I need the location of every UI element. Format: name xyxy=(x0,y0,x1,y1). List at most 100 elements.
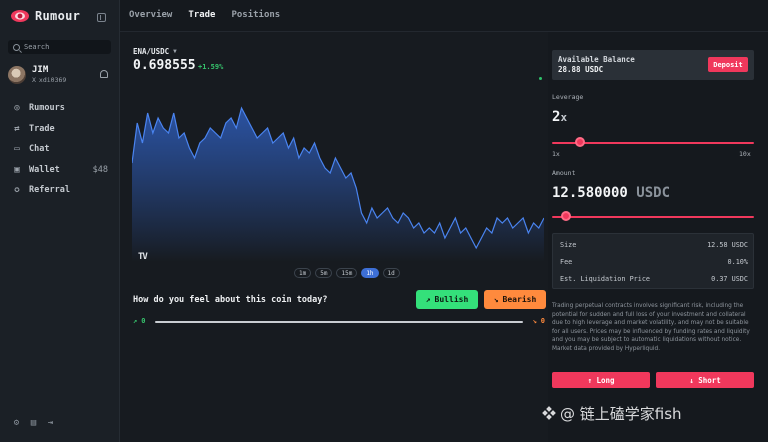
user-name: JIM xyxy=(32,65,49,75)
bearish-count: 0 xyxy=(540,317,545,325)
live-indicator-icon xyxy=(539,77,542,80)
sidebar: Rumour JIM X xdi0369 ◎ Rumours ⇄ Trade ▭… xyxy=(0,0,120,442)
sidebar-item-rumours[interactable]: ◎ Rumours xyxy=(12,98,108,119)
referral-icon: ✪ xyxy=(14,185,20,196)
eye-logo-icon xyxy=(11,10,29,22)
sidebar-item-label: Chat xyxy=(29,144,50,155)
amount-label: Amount xyxy=(552,169,576,177)
search-icon xyxy=(13,43,20,51)
docs-icon[interactable]: ▤ xyxy=(29,419,38,428)
summary-row-fee: Fee 0.10% xyxy=(560,258,748,266)
leverage-value: 2x xyxy=(552,109,567,125)
bullish-count: 0 xyxy=(141,317,146,325)
tab-trade[interactable]: Trade xyxy=(188,10,215,20)
bullish-button[interactable]: ↗ Bullish xyxy=(416,290,478,309)
summary-row-liquidation: Est. Liquidation Price 0.37 USDC xyxy=(560,275,748,283)
timeframe-selector: 1m 5m 15m 1h 1d xyxy=(294,268,400,278)
top-tabs: Overview Trade Positions xyxy=(129,10,280,20)
current-price: 0.698555 xyxy=(133,58,196,73)
amount-number: 12.580000 xyxy=(552,185,628,201)
sidebar-item-label: Rumours xyxy=(29,103,65,114)
bullish-count-row: ↗ 0 xyxy=(133,317,145,325)
summary-label: Size xyxy=(560,241,577,249)
balance-card: Available Balance 28.88 USDC Deposit xyxy=(552,50,754,80)
amount-unit: USDC xyxy=(636,185,671,201)
long-button[interactable]: ↑ Long xyxy=(552,372,650,388)
sidebar-item-chat[interactable]: ▭ Chat xyxy=(12,139,108,160)
sentiment-bar xyxy=(155,321,523,323)
bearish-label: Bearish xyxy=(502,295,537,304)
sentiment-question: How do you feel about this coin today? xyxy=(133,295,328,305)
search-box[interactable] xyxy=(8,40,111,54)
sidebar-item-referral[interactable]: ✪ Referral xyxy=(12,180,108,201)
trend-up-icon: ↗ xyxy=(425,295,431,304)
rumours-icon: ◎ xyxy=(14,103,20,114)
user-handle-row: X xdi0369 xyxy=(32,76,66,84)
settings-icon[interactable]: ⚙ xyxy=(12,419,21,428)
trade-icon: ⇄ xyxy=(14,123,20,134)
bearish-count-row: ↘ 0 xyxy=(533,317,545,325)
price-area-fill xyxy=(132,108,544,262)
user-profile[interactable]: JIM X xdi0369 xyxy=(8,65,112,87)
deposit-button[interactable]: Deposit xyxy=(708,57,748,72)
pair-selector[interactable]: ENA/USDC ▼ xyxy=(133,47,177,56)
summary-value: 0.37 USDC xyxy=(711,275,748,283)
sidebar-item-wallet[interactable]: ▣ Wallet $48 xyxy=(12,160,108,181)
leverage-min-label: 1x xyxy=(552,150,560,158)
sidebar-collapse-icon[interactable] xyxy=(97,13,106,22)
sidebar-item-label: Trade xyxy=(29,123,55,134)
tab-overview[interactable]: Overview xyxy=(129,10,172,20)
leverage-label: Leverage xyxy=(552,93,584,101)
price-change: +1.59% xyxy=(198,63,224,71)
summary-value: 0.10% xyxy=(727,258,748,266)
order-summary: Size 12.58 USDC Fee 0.10% Est. Liquidati… xyxy=(552,233,754,289)
timeframe-5m[interactable]: 5m xyxy=(315,268,333,278)
short-button[interactable]: ↓ Short xyxy=(656,372,754,388)
watermark: @ 链上磕学家fish xyxy=(542,403,682,424)
diamond-logo-icon xyxy=(542,406,556,420)
logout-icon[interactable]: ⇥ xyxy=(46,419,55,428)
app-logo[interactable]: Rumour xyxy=(10,8,80,24)
wallet-balance: $48 xyxy=(92,164,108,175)
bullish-label: Bullish xyxy=(434,295,469,304)
avatar xyxy=(8,66,26,84)
app-name: Rumour xyxy=(35,9,81,23)
balance-label: Available Balance xyxy=(558,55,635,64)
bearish-button[interactable]: ↘ Bearish xyxy=(484,290,546,309)
amount-slider-track[interactable] xyxy=(552,216,754,218)
search-input[interactable] xyxy=(24,43,104,51)
tradingview-logo-icon: TV xyxy=(138,252,148,262)
summary-label: Est. Liquidation Price xyxy=(560,275,651,283)
sidebar-footer: ⚙ ▤ ⇥ xyxy=(12,419,55,428)
price-chart[interactable] xyxy=(132,102,544,262)
timeframe-15m[interactable]: 15m xyxy=(336,268,358,278)
bell-icon[interactable] xyxy=(100,70,108,78)
sentiment-meter: ↗ 0 ↘ 0 xyxy=(133,317,545,326)
sidebar-item-label: Wallet xyxy=(29,164,60,175)
tab-positions[interactable]: Positions xyxy=(231,10,280,20)
user-handle: xdi0369 xyxy=(38,76,67,84)
pair-name: ENA/USDC xyxy=(133,47,170,56)
amount-input[interactable]: 12.580000 USDC xyxy=(552,185,670,201)
timeframe-1m[interactable]: 1m xyxy=(294,268,312,278)
summary-value: 12.58 USDC xyxy=(707,241,748,249)
chevron-down-icon: ▼ xyxy=(173,48,177,55)
trend-down-icon: ↘ xyxy=(532,317,537,325)
leverage-unit: x xyxy=(560,111,568,124)
leverage-max-label: 10x xyxy=(739,150,751,158)
sidebar-item-trade[interactable]: ⇄ Trade xyxy=(12,119,108,140)
chat-icon: ▭ xyxy=(14,144,20,155)
sidebar-item-label: Referral xyxy=(29,185,70,196)
risk-disclaimer: Trading perpetual contracts involves sig… xyxy=(552,303,750,352)
timeframe-1d[interactable]: 1d xyxy=(382,268,400,278)
watermark-text: @ 链上磕学家fish xyxy=(560,405,682,423)
x-logo-icon: X xyxy=(32,76,36,84)
balance-value: 28.88 USDC xyxy=(558,65,604,74)
trend-up-icon: ↗ xyxy=(133,317,138,325)
summary-label: Fee xyxy=(560,258,573,266)
sidebar-nav: ◎ Rumours ⇄ Trade ▭ Chat ▣ Wallet $48 ✪ … xyxy=(12,98,108,201)
summary-row-size: Size 12.58 USDC xyxy=(560,241,748,249)
trend-down-icon: ↘ xyxy=(493,295,499,304)
timeframe-1h[interactable]: 1h xyxy=(361,268,379,278)
wallet-icon: ▣ xyxy=(14,164,20,175)
